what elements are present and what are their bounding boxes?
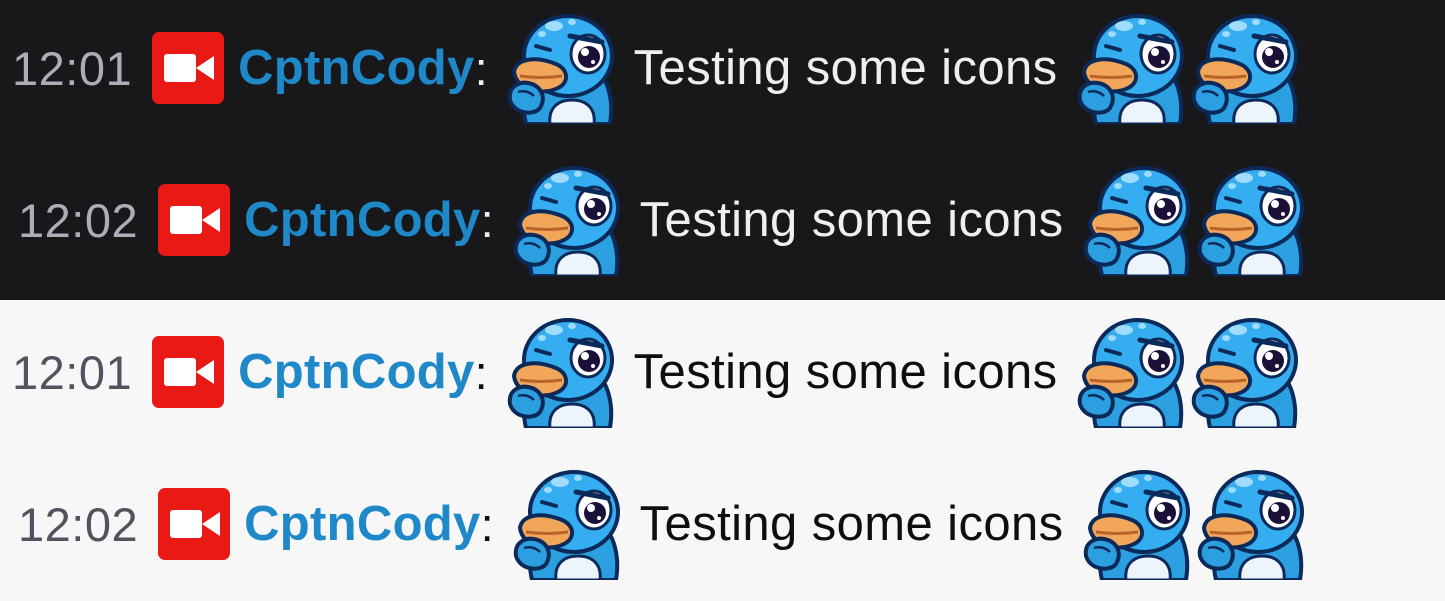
chat-message: 12:01 CptnCody : Testing some icons bbox=[12, 322, 1302, 422]
message-text: Testing some icons bbox=[633, 41, 1058, 95]
emote-group bbox=[1082, 468, 1308, 580]
thinking-duck-emote-icon[interactable] bbox=[1190, 12, 1302, 124]
video-camera-badge-icon[interactable] bbox=[152, 32, 225, 104]
video-camera-badge-icon[interactable] bbox=[158, 184, 231, 256]
emote-group bbox=[1082, 164, 1308, 276]
thinking-duck-emote-icon[interactable] bbox=[512, 468, 624, 580]
message-text: Testing some icons bbox=[639, 497, 1064, 551]
light-chat-panel: 12:01 CptnCody : Testing some icons 12:0… bbox=[0, 300, 1445, 601]
thinking-duck-emote-icon[interactable] bbox=[1082, 164, 1194, 276]
username-colon: : bbox=[480, 193, 494, 247]
username-link[interactable]: CptnCody bbox=[238, 40, 474, 96]
message-timestamp: 12:01 bbox=[12, 345, 133, 399]
username-link[interactable]: CptnCody bbox=[244, 496, 480, 552]
video-camera-badge-icon[interactable] bbox=[158, 488, 231, 560]
username-colon: : bbox=[474, 345, 488, 399]
username-link[interactable]: CptnCody bbox=[244, 192, 480, 248]
thinking-duck-emote-icon[interactable] bbox=[506, 316, 618, 428]
emote-group bbox=[1076, 12, 1302, 124]
message-timestamp: 12:01 bbox=[12, 41, 133, 95]
message-text: Testing some icons bbox=[633, 345, 1058, 399]
thinking-duck-emote-icon[interactable] bbox=[1082, 468, 1194, 580]
message-timestamp: 12:02 bbox=[18, 193, 139, 247]
thinking-duck-emote-icon[interactable] bbox=[1076, 12, 1188, 124]
thinking-duck-emote-icon[interactable] bbox=[1196, 468, 1308, 580]
emote-group bbox=[1076, 316, 1302, 428]
username-colon: : bbox=[480, 497, 494, 551]
thinking-duck-emote-icon[interactable] bbox=[1076, 316, 1188, 428]
thinking-duck-emote-icon[interactable] bbox=[1196, 164, 1308, 276]
chat-message: 12:02 CptnCody : Testing some icons bbox=[18, 474, 1308, 574]
username-link[interactable]: CptnCody bbox=[238, 344, 474, 400]
username-colon: : bbox=[474, 41, 488, 95]
video-camera-badge-icon[interactable] bbox=[152, 336, 225, 408]
thinking-duck-emote-icon[interactable] bbox=[1190, 316, 1302, 428]
message-text: Testing some icons bbox=[639, 193, 1064, 247]
thinking-duck-emote-icon[interactable] bbox=[512, 164, 624, 276]
chat-message: 12:02 CptnCody : Testing some icons bbox=[18, 170, 1308, 270]
message-timestamp: 12:02 bbox=[18, 497, 139, 551]
dark-chat-panel: 12:01 CptnCody : Testing some icons 12:0… bbox=[0, 0, 1445, 300]
thinking-duck-emote-icon[interactable] bbox=[506, 12, 618, 124]
chat-message: 12:01 CptnCody : Testing some icons bbox=[12, 18, 1302, 118]
